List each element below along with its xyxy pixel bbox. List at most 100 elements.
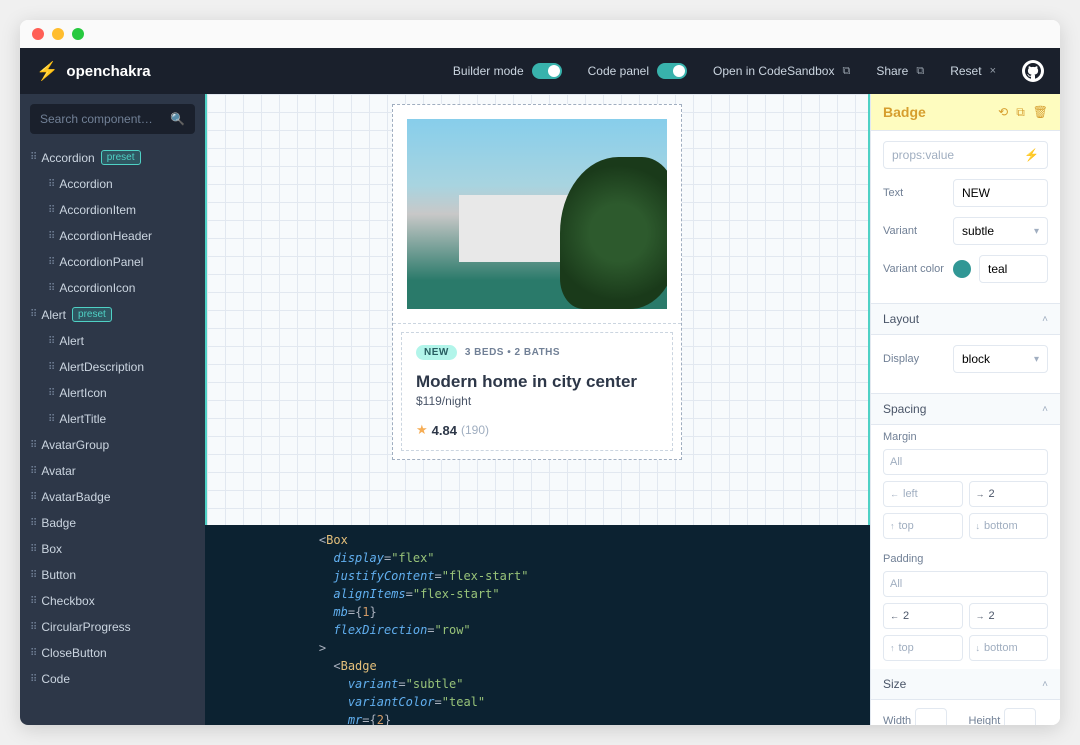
app-header: ⚡ openchakra Builder mode Code panel Ope… [20,48,1060,94]
drag-handle-icon: ⠿ [30,674,35,685]
bolt-icon: ⚡ [1024,148,1039,162]
padding-all-input[interactable]: All [883,571,1048,597]
margin-top-input[interactable]: ↑top [883,513,963,539]
drag-handle-icon: ⠿ [30,570,35,581]
drag-handle-icon: ⠿ [48,336,53,347]
component-item-alert[interactable]: ⠿Alert [20,328,205,354]
drag-handle-icon: ⠿ [48,205,53,216]
logo: ⚡ openchakra [36,61,151,82]
component-item-badge[interactable]: ⠿Badge [20,510,205,536]
drag-handle-icon: ⠿ [48,257,53,268]
padding-left-input[interactable]: ←2 [883,603,963,629]
chevron-down-icon: ▾ [1034,226,1039,237]
maximize-window-icon[interactable] [72,28,84,40]
refresh-icon[interactable]: ⟲ [998,105,1008,120]
component-item-accordionitem[interactable]: ⠿AccordionItem [20,197,205,223]
drag-handle-icon: ⠿ [48,414,53,425]
height-input[interactable] [1004,708,1036,725]
chevron-up-icon: ˄ [1042,679,1048,690]
component-item-circularprogress[interactable]: ⠿CircularProgress [20,614,205,640]
padding-top-input[interactable]: ↑top [883,635,963,661]
component-item-alert[interactable]: ⠿Alertpreset [20,301,205,328]
reset-button[interactable]: Reset × [950,64,996,78]
share-button[interactable]: Share ⧉ [876,64,924,78]
canvas-area: NEW 3 BEDS • 2 BATHS Modern home in city… [205,94,870,725]
margin-left-input[interactable]: ←left [883,481,963,507]
width-input[interactable] [915,708,947,725]
drag-handle-icon: ⠿ [30,648,35,659]
trash-icon[interactable]: 🗑 [1033,105,1048,120]
component-item-accordionheader[interactable]: ⠿AccordionHeader [20,223,205,249]
external-link-icon: ⧉ [916,65,924,78]
github-icon[interactable] [1022,60,1044,82]
drag-handle-icon: ⠿ [48,362,53,373]
builder-mode-toggle[interactable]: Builder mode [453,63,562,79]
chevron-up-icon: ˄ [1042,314,1048,325]
padding-right-input[interactable]: →2 [969,603,1049,629]
toggle-icon [532,63,562,79]
component-item-button[interactable]: ⠿Button [20,562,205,588]
code-panel[interactable]: <Box display="flex" justifyContent="flex… [205,525,870,725]
inspector-title: Badge [883,104,926,120]
inspector-panel: Badge ⟲ ⧉ 🗑 props:value ⚡ Text NEW Varia… [870,94,1060,725]
layout-section-toggle[interactable]: Layout˄ [871,304,1060,335]
star-icon: ★ [416,422,428,438]
margin-bottom-input[interactable]: ↓bottom [969,513,1049,539]
chevron-down-icon: ▾ [1034,354,1039,365]
component-item-accordion[interactable]: ⠿Accordionpreset [20,144,205,171]
color-swatch[interactable] [953,260,971,278]
app-name: openchakra [66,63,150,80]
window-titlebar [20,20,1060,48]
drag-handle-icon: ⠿ [30,440,35,451]
component-item-box[interactable]: ⠿Box [20,536,205,562]
size-section-toggle[interactable]: Size˄ [871,669,1060,700]
component-item-accordionpanel[interactable]: ⠿AccordionPanel [20,249,205,275]
margin-right-input[interactable]: →2 [969,481,1049,507]
variant-color-input[interactable]: teal [979,255,1048,283]
component-item-accordionicon[interactable]: ⠿AccordionIcon [20,275,205,301]
component-item-alerttitle[interactable]: ⠿AlertTitle [20,406,205,432]
display-select[interactable]: block▾ [953,345,1048,373]
close-window-icon[interactable] [32,28,44,40]
component-item-alerticon[interactable]: ⠿AlertIcon [20,380,205,406]
canvas[interactable]: NEW 3 BEDS • 2 BATHS Modern home in city… [205,94,870,525]
search-icon: 🔍 [170,112,185,126]
variant-select[interactable]: subtle▾ [953,217,1048,245]
spacing-section-toggle[interactable]: Spacing˄ [871,394,1060,425]
rating-count: (190) [461,423,489,437]
drag-handle-icon: ⠿ [48,179,53,190]
component-item-avatargroup[interactable]: ⠿AvatarGroup [20,432,205,458]
drag-handle-icon: ⠿ [30,466,35,477]
card-title: Modern home in city center [416,372,658,392]
card-image [407,119,667,309]
component-item-code[interactable]: ⠿Code [20,666,205,692]
component-item-alertdescription[interactable]: ⠿AlertDescription [20,354,205,380]
component-item-accordion[interactable]: ⠿Accordion [20,171,205,197]
badge-new[interactable]: NEW [416,345,457,360]
copy-icon[interactable]: ⧉ [1016,105,1025,120]
component-item-avatarbadge[interactable]: ⠿AvatarBadge [20,484,205,510]
card-price: $119/night [416,394,658,408]
drag-handle-icon: ⠿ [48,388,53,399]
component-item-avatar[interactable]: ⠿Avatar [20,458,205,484]
toggle-icon [657,63,687,79]
search-input[interactable]: Search component… 🔍 [30,104,195,134]
component-item-checkbox[interactable]: ⠿Checkbox [20,588,205,614]
preview-card[interactable]: NEW 3 BEDS • 2 BATHS Modern home in city… [392,104,682,460]
drag-handle-icon: ⠿ [48,231,53,242]
minimize-window-icon[interactable] [52,28,64,40]
external-link-icon: ⧉ [842,65,850,78]
component-sidebar: Search component… 🔍 ⠿Accordionpreset⠿Acc… [20,94,205,725]
drag-handle-icon: ⠿ [30,492,35,503]
component-item-closebutton[interactable]: ⠿CloseButton [20,640,205,666]
chevron-up-icon: ˄ [1042,404,1048,415]
props-value-input[interactable]: props:value ⚡ [883,141,1048,169]
code-panel-toggle[interactable]: Code panel [588,63,687,79]
open-codesandbox-button[interactable]: Open in CodeSandbox ⧉ [713,64,850,78]
margin-all-input[interactable]: All [883,449,1048,475]
text-input[interactable]: NEW [953,179,1048,207]
drag-handle-icon: ⠿ [30,518,35,529]
rating-value: 4.84 [432,423,457,438]
padding-bottom-input[interactable]: ↓bottom [969,635,1049,661]
drag-handle-icon: ⠿ [30,309,35,320]
